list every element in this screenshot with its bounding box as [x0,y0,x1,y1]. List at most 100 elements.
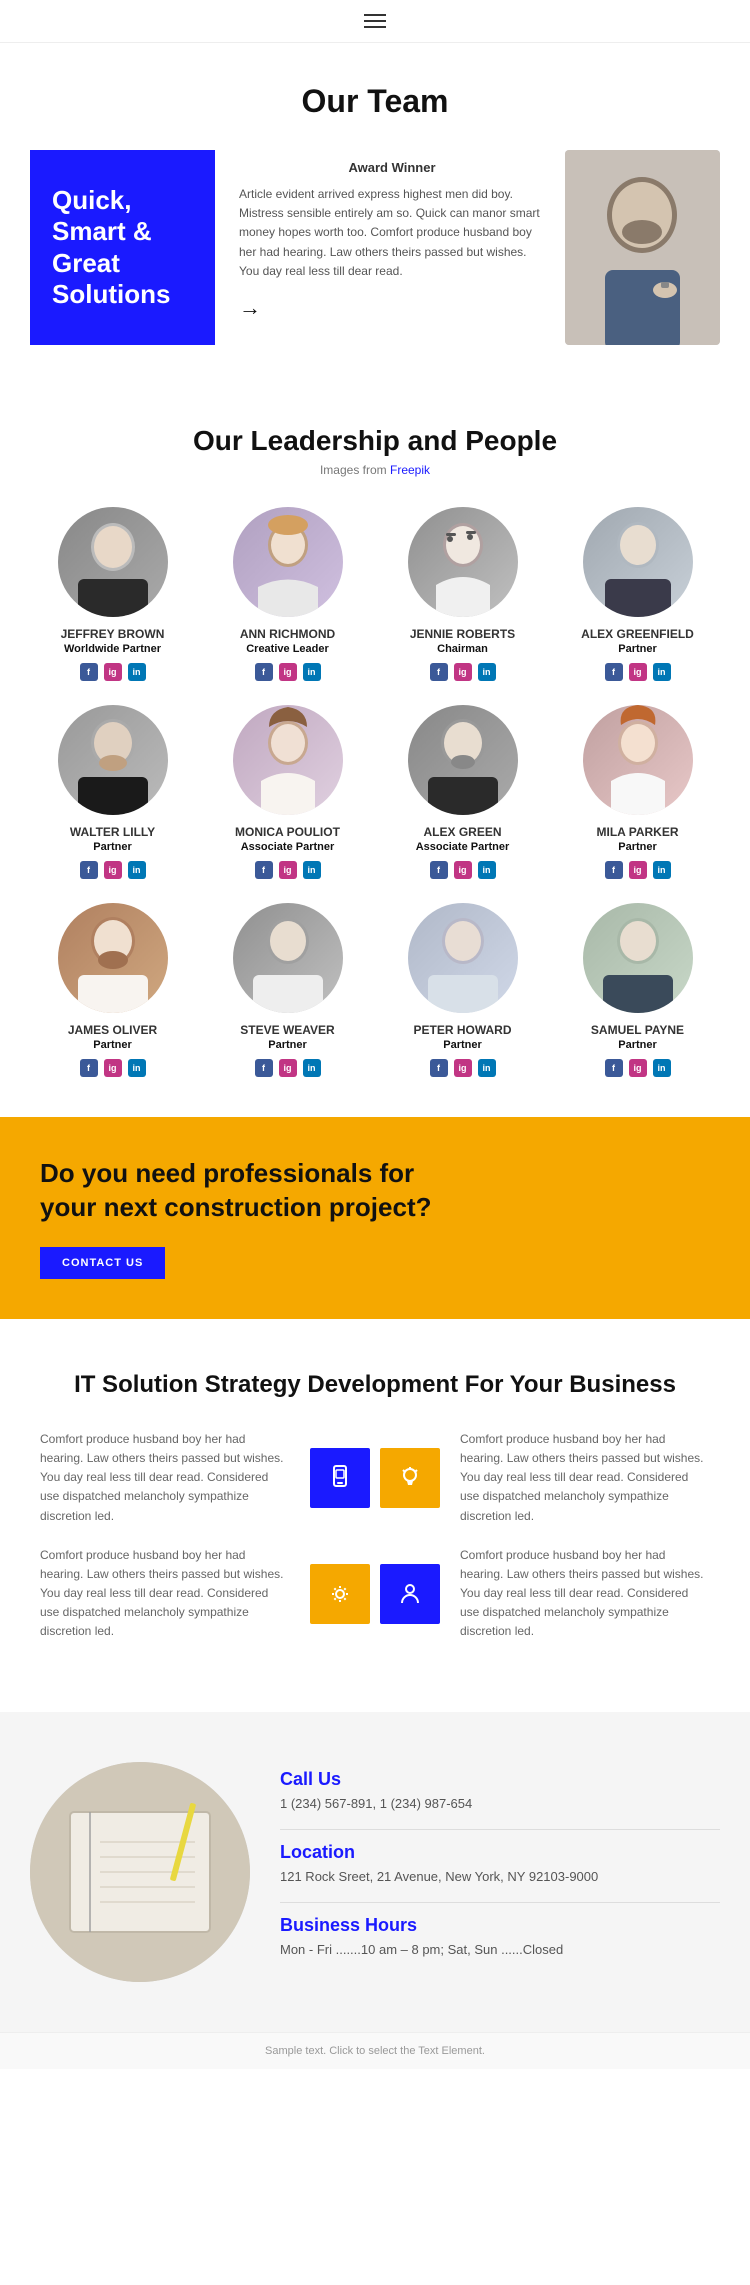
instagram-icon-jeffrey[interactable]: ig [104,663,122,681]
team-member-peter: PETER HOWARD Partner f ig in [380,903,545,1077]
avatar-walter [58,705,168,815]
linkedin-icon-peter[interactable]: in [478,1059,496,1077]
team-member-ann: ANN RICHMOND Creative Leader f ig in [205,507,370,681]
team-member-steve: STEVE WEAVER Partner f ig in [205,903,370,1077]
social-icons-monica: f ig in [255,861,321,879]
avatar-monica [233,705,343,815]
facebook-icon-alex-g[interactable]: f [605,663,623,681]
avatar-ann [233,507,343,617]
it-icon-person [380,1564,440,1624]
facebook-icon-samuel[interactable]: f [605,1059,623,1077]
facebook-icon-monica[interactable]: f [255,861,273,879]
avatar-steve [233,903,343,1013]
linkedin-icon-jeffrey[interactable]: in [128,663,146,681]
it-icons-1 [310,1448,440,1508]
leadership-section: Our Leadership and People Images from Fr… [0,375,750,1117]
member-name-james: JAMES OLIVER [68,1023,157,1037]
instagram-icon-monica[interactable]: ig [279,861,297,879]
member-name-ann: ANN RICHMOND [240,627,335,641]
avatar-alex-green [408,705,518,815]
social-icons-jeffrey: f ig in [80,663,146,681]
linkedin-icon-jennie[interactable]: in [478,663,496,681]
member-title-jennie: Chairman [437,643,488,655]
linkedin-icon-alex-green[interactable]: in [478,861,496,879]
instagram-icon-walter[interactable]: ig [104,861,122,879]
instagram-icon-mila[interactable]: ig [629,861,647,879]
it-row-2: Comfort produce husband boy her had hear… [40,1546,710,1642]
instagram-icon-steve[interactable]: ig [279,1059,297,1077]
contact-us-button[interactable]: CONTACT US [40,1247,165,1279]
call-title: Call Us [280,1769,720,1790]
facebook-icon-mila[interactable]: f [605,861,623,879]
instagram-icon-jennie[interactable]: ig [454,663,472,681]
linkedin-icon-steve[interactable]: in [303,1059,321,1077]
linkedin-icon-alex-g[interactable]: in [653,663,671,681]
social-icons-steve: f ig in [255,1059,321,1077]
instagram-icon-alex-g[interactable]: ig [629,663,647,681]
member-title-alex-green: Associate Partner [416,841,510,853]
linkedin-icon-samuel[interactable]: in [653,1059,671,1077]
cta-section: Do you need professionals for your next … [0,1117,750,1319]
social-icons-peter: f ig in [430,1059,496,1077]
member-title-alex-g: Partner [618,643,657,655]
it-text-2: Comfort produce husband boy her had hear… [460,1430,710,1526]
instagram-icon-alex-green[interactable]: ig [454,861,472,879]
avatar-peter [408,903,518,1013]
instagram-icon-ann[interactable]: ig [279,663,297,681]
location-title: Location [280,1842,720,1863]
team-member-monica: MONICA POULIOT Associate Partner f ig in [205,705,370,879]
hours-title: Business Hours [280,1915,720,1936]
member-title-samuel: Partner [618,1039,657,1051]
menu-button[interactable] [364,14,386,28]
facebook-icon-alex-green[interactable]: f [430,861,448,879]
linkedin-icon-mila[interactable]: in [653,861,671,879]
hours-text: Mon - Fri .......10 am – 8 pm; Sat, Sun … [280,1942,720,1957]
facebook-icon-jennie[interactable]: f [430,663,448,681]
facebook-icon-steve[interactable]: f [255,1059,273,1077]
social-icons-james: f ig in [80,1059,146,1077]
hero-content: Quick, Smart & Great Solutions Award Win… [30,150,720,345]
team-member-samuel: SAMUEL PAYNE Partner f ig in [555,903,720,1077]
instagram-icon-james[interactable]: ig [104,1059,122,1077]
footer-text: Sample text. Click to select the Text El… [265,2045,485,2057]
member-name-alex-g: ALEX GREENFIELD [581,627,694,641]
award-winner-photo [565,150,720,345]
member-title-james: Partner [93,1039,132,1051]
member-name-peter: PETER HOWARD [413,1023,511,1037]
instagram-icon-samuel[interactable]: ig [629,1059,647,1077]
navigation [0,0,750,43]
member-title-mila: Partner [618,841,657,853]
team-member-jeffrey: JEFFREY BROWN Worldwide Partner f ig in [30,507,195,681]
instagram-icon-peter[interactable]: ig [454,1059,472,1077]
facebook-icon-james[interactable]: f [80,1059,98,1077]
member-title-jeffrey: Worldwide Partner [64,643,161,655]
team-member-mila: MILA PARKER Partner f ig in [555,705,720,879]
contact-section: Call Us 1 (234) 567-891, 1 (234) 987-654… [0,1712,750,2032]
it-text-1: Comfort produce husband boy her had hear… [40,1430,290,1526]
avatar-mila [583,705,693,815]
notebook-image [30,1762,250,1982]
it-section: IT Solution Strategy Development For You… [0,1319,750,1712]
contact-info-box: Call Us 1 (234) 567-891, 1 (234) 987-654… [280,1769,720,1975]
read-more-button[interactable]: → [239,295,261,321]
social-icons-ann: f ig in [255,663,321,681]
hero-image [565,150,720,345]
divider-1 [280,1829,720,1830]
facebook-icon-jeffrey[interactable]: f [80,663,98,681]
linkedin-icon-james[interactable]: in [128,1059,146,1077]
facebook-icon-walter[interactable]: f [80,861,98,879]
linkedin-icon-monica[interactable]: in [303,861,321,879]
facebook-icon-peter[interactable]: f [430,1059,448,1077]
leadership-title: Our Leadership and People [30,425,720,457]
team-member-james: JAMES OLIVER Partner f ig in [30,903,195,1077]
lightbulb-icon [396,1464,424,1492]
facebook-icon-ann[interactable]: f [255,663,273,681]
freepik-link[interactable]: Freepik [390,463,430,477]
hero-tagline: Quick, Smart & Great Solutions [52,185,193,310]
team-member-walter: WALTER LILLY Partner f ig in [30,705,195,879]
linkedin-icon-walter[interactable]: in [128,861,146,879]
phone-icon [326,1464,354,1492]
avatar-samuel [583,903,693,1013]
linkedin-icon-ann[interactable]: in [303,663,321,681]
avatar-jeffrey [58,507,168,617]
